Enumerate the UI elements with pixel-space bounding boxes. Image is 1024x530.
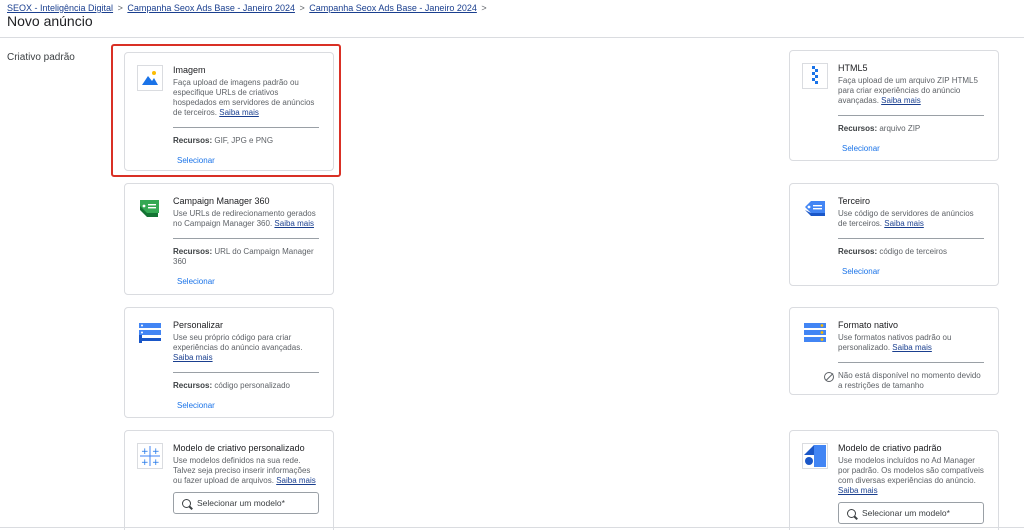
card-title: Terceiro (838, 196, 871, 206)
standard-template-icon (802, 443, 828, 469)
resources-label: Recursos: (838, 124, 878, 133)
card-resources: Recursos: arquivo ZIP (838, 124, 984, 134)
template-select[interactable]: Selecionar um modelo* (173, 492, 319, 514)
learn-more-link[interactable]: Saiba mais (274, 219, 314, 228)
header-divider (0, 37, 1024, 38)
resources-label: Recursos: (838, 247, 878, 256)
card-title: Modelo de criativo personalizado (173, 443, 305, 453)
card-description: Use URLs de redirecionamento gerados no … (173, 209, 319, 229)
svg-text:+: + (141, 458, 149, 468)
card-title: Formato nativo (838, 320, 899, 330)
card-description: Use modelos incluídos no Ad Manager por … (838, 456, 984, 496)
breadcrumb-separator: > (117, 3, 123, 13)
unavailable-text: Não está disponível no momento devido a … (838, 371, 981, 390)
card-resources: Recursos: código de terceiros (838, 247, 984, 257)
card-resources: Recursos: URL do Campaign Manager 360 (173, 247, 319, 267)
breadcrumb-link-campaign-2[interactable]: Campanha Seox Ads Base - Janeiro 2024 (309, 3, 477, 13)
svg-text:+: + (152, 458, 160, 468)
footer-divider (0, 527, 1024, 528)
card-title: Personalizar (173, 320, 224, 330)
card-title: Campaign Manager 360 (173, 196, 270, 206)
card-modelo-padrao: Modelo de criativo padrão Use modelos in… (789, 430, 999, 530)
search-icon (182, 498, 191, 508)
card-terceiro[interactable]: Terceiro Use código de servidores de anú… (789, 183, 999, 286)
card-description-text: Use modelos incluídos no Ad Manager por … (838, 456, 984, 485)
template-select[interactable]: Selecionar um modelo* (838, 502, 984, 524)
select-button[interactable]: Selecionar (177, 277, 215, 286)
card-modelo-personalizado: + + + + Modelo de criativo personalizado… (124, 430, 334, 530)
card-html5[interactable]: HTML5 Faça upload de um arquivo ZIP HTML… (789, 50, 999, 161)
breadcrumb-link-network[interactable]: SEOX - Inteligência Digital (7, 3, 113, 13)
card-description: Use formatos nativos padrão ou personali… (838, 333, 984, 353)
resources-label: Recursos: (173, 247, 213, 256)
breadcrumb-link-campaign[interactable]: Campanha Seox Ads Base - Janeiro 2024 (127, 3, 295, 13)
zip-file-icon (802, 63, 828, 89)
card-divider (173, 238, 319, 239)
card-description: Faça upload de um arquivo ZIP HTML5 para… (838, 76, 984, 106)
card-divider (838, 238, 984, 239)
template-grid-icon: + + + + (137, 443, 163, 469)
section-label: Criativo padrão (7, 52, 75, 63)
card-description-text: Use seu próprio código para criar experi… (173, 333, 303, 352)
card-description: Use seu próprio código para criar experi… (173, 333, 319, 363)
learn-more-link[interactable]: Saiba mais (838, 486, 878, 495)
resources-value: arquivo ZIP (879, 124, 921, 133)
select-button[interactable]: Selecionar (842, 144, 880, 153)
breadcrumb-separator: > (481, 3, 487, 13)
card-divider (838, 362, 984, 363)
breadcrumb: SEOX - Inteligência Digital > Campanha S… (7, 3, 489, 13)
breadcrumb-separator: > (299, 3, 305, 13)
learn-more-link[interactable]: Saiba mais (276, 476, 316, 485)
template-select-placeholder: Selecionar um modelo* (197, 498, 285, 508)
learn-more-link[interactable]: Saiba mais (892, 343, 932, 352)
tag-icon (140, 200, 159, 217)
resources-value: código personalizado (214, 381, 290, 390)
learn-more-link[interactable]: Saiba mais (173, 353, 213, 362)
card-formato-nativo: Formato nativo Use formatos nativos padr… (789, 307, 999, 395)
select-button[interactable]: Selecionar (842, 267, 880, 276)
card-title: Modelo de criativo padrão (838, 443, 942, 453)
learn-more-link[interactable]: Saiba mais (881, 96, 921, 105)
blocked-icon (824, 372, 834, 382)
resources-label: Recursos: (173, 381, 213, 390)
card-resources: Recursos: código personalizado (173, 381, 319, 391)
card-personalizar[interactable]: Personalizar Use seu próprio código para… (124, 307, 334, 418)
card-divider (173, 372, 319, 373)
selection-highlight (111, 44, 341, 177)
card-title: HTML5 (838, 63, 868, 73)
select-button[interactable]: Selecionar (177, 401, 215, 410)
card-description: Use modelos definidos na sua rede. Talve… (173, 456, 319, 486)
native-format-icon (804, 323, 826, 342)
third-party-tag-icon (805, 201, 825, 216)
card-divider (838, 115, 984, 116)
custom-code-icon (139, 323, 161, 343)
svg-text:+: + (152, 447, 160, 457)
resources-value: código de terceiros (879, 247, 947, 256)
learn-more-link[interactable]: Saiba mais (884, 219, 924, 228)
unavailable-notice: Não está disponível no momento devido a … (824, 371, 984, 391)
search-icon (847, 508, 856, 518)
template-select-placeholder: Selecionar um modelo* (862, 508, 950, 518)
page-title: Novo anúncio (7, 13, 93, 29)
card-description: Use código de servidores de anúncios de … (838, 209, 984, 229)
svg-text:+: + (141, 447, 149, 457)
card-campaign-manager-360[interactable]: Campaign Manager 360 Use URLs de redirec… (124, 183, 334, 295)
